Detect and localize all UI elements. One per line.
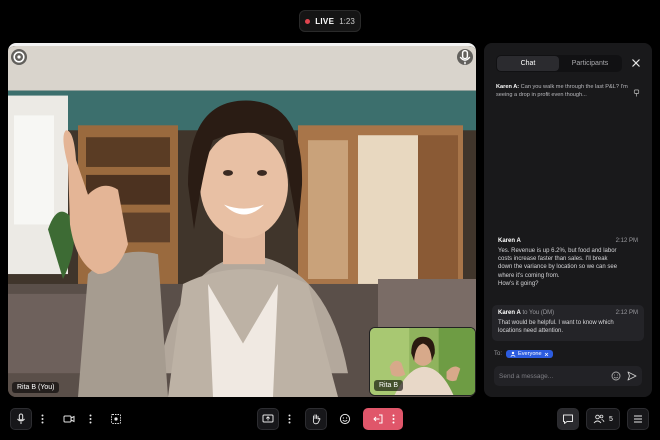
message-line: That would be helpful. I want to know wh… [498,320,614,326]
camera-status-icon [11,49,27,65]
raise-hand-button[interactable] [305,408,327,430]
clear-icon[interactable] [544,352,549,357]
pinned-sender: Karen A: [496,84,520,90]
raise-hand-icon [312,414,321,425]
send-icon[interactable] [627,371,637,381]
message-sender: Karen A [498,238,521,244]
tab-chat[interactable]: Chat [497,56,559,71]
more-icon [392,414,394,424]
chat-message-dm: Karen A to You (DM) 2:12 PM That would b… [492,305,644,341]
more-icon [288,414,290,424]
message-body: Yes. Revenue is up 6.2%, but food and la… [498,247,638,288]
message-time: 2:12 PM [615,238,638,244]
message-line: down the variance by location so we can … [498,264,618,271]
chat-icon [563,414,573,424]
camera-button[interactable] [58,408,80,430]
message-line: Yes. Revenue is up 6.2%, but food and la… [498,248,617,254]
message-line: costs increase faster than sales. I'll b… [498,256,608,263]
emoji-icon[interactable] [611,371,621,381]
participants-button[interactable]: 5 [586,408,620,430]
message-line: where it's coming from. [498,272,560,279]
chat-panel: Chat Participants Karen A: Can you walk … [484,43,652,397]
recipient-row: To: Everyone [494,350,553,358]
to-label: To: [494,351,503,357]
message-time: 2:12 PM [615,310,638,316]
reactions-button[interactable] [334,408,356,430]
elapsed-time: 1:23 [339,16,355,26]
effects-icon [111,414,121,424]
recipient-selector[interactable]: Everyone [506,350,553,358]
mic-options-button[interactable] [38,412,46,426]
message-sender: Karen A [498,310,521,316]
participant-name-tag: Rita B (You) [12,382,60,393]
emoji-icon [339,413,351,425]
message-compose [494,366,642,386]
leave-call-button[interactable] [363,408,403,430]
pinned-message[interactable]: Karen A: Can you walk me through the las… [496,83,640,105]
menu-button[interactable] [627,408,649,430]
panel-tabs: Chat Participants [496,55,622,72]
message-line: How's it going? [498,280,539,287]
message-input[interactable] [499,372,605,380]
live-label: LIVE [315,16,335,26]
more-icon [89,414,91,424]
message-line: locations need attention. [498,328,564,335]
pin-icon[interactable] [633,89,640,97]
participant-count: 5 [609,415,613,423]
menu-icon [634,415,642,423]
mic-status-icon [457,49,473,65]
leave-icon [372,414,382,424]
live-dot-icon [305,18,311,24]
share-options-button[interactable] [285,412,293,426]
mic-button[interactable] [10,408,32,430]
tab-participants[interactable]: Participants [559,56,621,71]
recipient-name: Everyone [518,351,542,357]
self-view-video: Rita B [369,327,476,396]
mic-icon [17,413,25,424]
close-icon[interactable] [631,58,641,68]
camera-options-button[interactable] [86,412,94,426]
live-indicator: LIVE 1:23 [299,10,361,32]
people-icon [593,414,605,424]
chat-toggle-button[interactable] [557,408,579,430]
chat-message: Karen A 2:12 PM Yes. Revenue is up 6.2%,… [492,233,644,295]
camera-icon [63,415,75,423]
more-icon [41,414,43,424]
people-small-icon [510,351,516,357]
effects-button[interactable] [105,408,127,430]
share-screen-icon [262,414,274,423]
share-screen-button[interactable] [257,408,279,430]
message-recipient: to You (DM) [522,310,555,316]
message-body: That would be helpful. I want to know wh… [498,319,638,335]
self-view-name-tag: Rita B [374,380,404,391]
